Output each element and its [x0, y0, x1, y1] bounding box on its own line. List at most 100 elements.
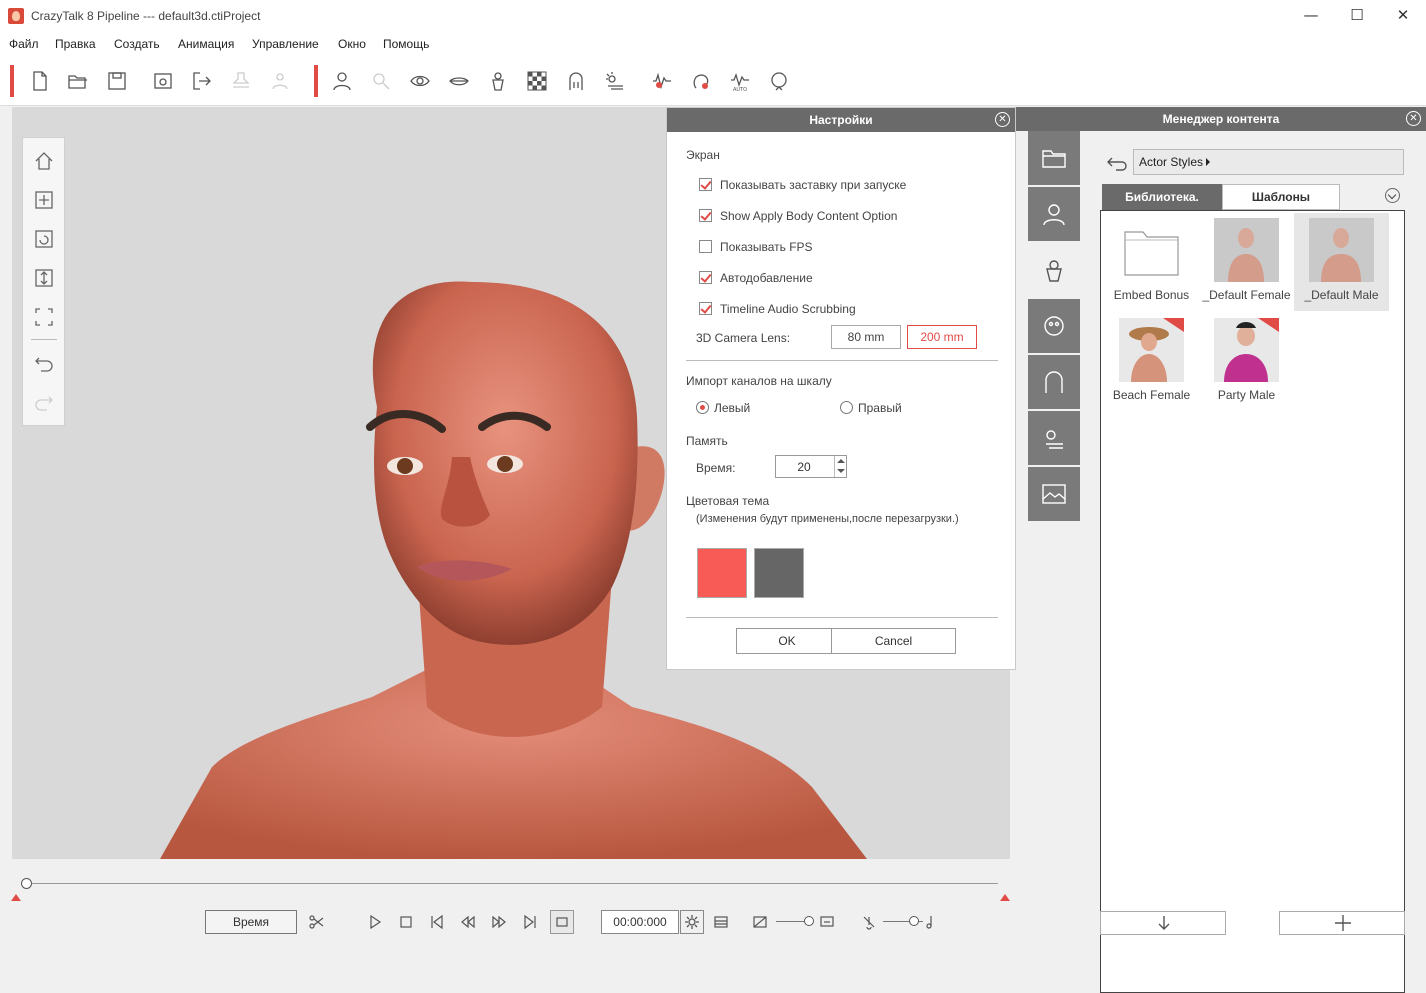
content-item-party-male[interactable]: Party Male — [1199, 313, 1294, 411]
content-item-beach-female[interactable]: Beach Female — [1104, 313, 1199, 411]
tab-templates[interactable]: Шаблоны — [1222, 184, 1340, 210]
content-grid: Embed Bonus _Default Female _Default Mal… — [1100, 210, 1405, 993]
hair-icon[interactable] — [565, 70, 587, 92]
play-icon[interactable] — [367, 914, 383, 930]
settings-close-icon[interactable]: ✕ — [995, 112, 1010, 127]
content-item-label: Embed Bonus — [1113, 288, 1190, 302]
tab-actor[interactable] — [1028, 187, 1080, 241]
open-folder-icon[interactable] — [67, 70, 89, 92]
export-icon[interactable] — [191, 70, 213, 92]
audio-scrub-checkbox[interactable] — [699, 302, 712, 315]
time-button[interactable]: Время — [205, 910, 297, 934]
speed-slider-knob[interactable] — [804, 916, 814, 926]
fps-checkbox[interactable] — [699, 240, 712, 253]
maximize-button[interactable]: ☐ — [1334, 0, 1380, 32]
lens-200mm-button[interactable]: 200 mm — [907, 325, 977, 349]
new-file-icon[interactable] — [29, 70, 51, 92]
download-button[interactable] — [1100, 911, 1226, 935]
timeline-playhead[interactable] — [21, 878, 32, 889]
tab-library[interactable]: Библиотека. — [1102, 184, 1222, 210]
arrow-down-icon — [1158, 916, 1170, 930]
gear-icon[interactable] — [680, 910, 704, 934]
first-frame-icon[interactable] — [429, 914, 445, 930]
scissors-icon[interactable] — [308, 914, 324, 930]
speed-slider[interactable] — [776, 916, 814, 926]
stepper-arrows-icon[interactable] — [834, 456, 846, 477]
timeline-panel-icon[interactable] — [713, 914, 729, 930]
volume-slider-knob[interactable] — [909, 916, 919, 926]
move-icon[interactable] — [33, 189, 55, 211]
memory-time-stepper[interactable]: 20 — [775, 455, 847, 478]
mute-icon[interactable] — [861, 914, 877, 930]
chevron-down-icon[interactable] — [1385, 188, 1400, 203]
theme-gray-swatch[interactable] — [754, 548, 804, 598]
character-icon[interactable] — [487, 70, 509, 92]
auto-animation-icon[interactable]: AUTO — [729, 70, 751, 93]
preview-icon[interactable] — [152, 70, 174, 92]
fit-view-icon[interactable] — [33, 306, 55, 328]
cancel-button[interactable]: Cancel — [831, 628, 956, 654]
eye-icon[interactable] — [409, 70, 431, 92]
autoadd-checkbox[interactable] — [699, 271, 712, 284]
viewport-toggle-icon[interactable] — [752, 914, 768, 930]
menu-window[interactable]: Окно — [338, 37, 366, 51]
content-path[interactable]: Actor Styles — [1133, 149, 1404, 175]
timecode-display[interactable]: 00:00:000 — [601, 910, 679, 934]
face-puppet-icon[interactable] — [768, 70, 790, 92]
group-icon — [269, 70, 291, 92]
home-icon[interactable] — [33, 150, 55, 172]
menu-help[interactable]: Помощь — [383, 37, 429, 51]
puppet-record-icon[interactable] — [690, 70, 712, 92]
close-button[interactable]: ✕ — [1380, 0, 1426, 32]
actor-thumbnail-icon — [1309, 218, 1374, 282]
minimize-button[interactable]: — — [1288, 0, 1334, 32]
zoom-icon[interactable] — [33, 267, 55, 289]
tab-project[interactable] — [1028, 131, 1080, 185]
timeline-track[interactable] — [26, 883, 998, 884]
timeline-end-marker[interactable] — [1000, 894, 1010, 901]
tab-character[interactable] — [1028, 243, 1080, 297]
tab-hair[interactable] — [1028, 355, 1080, 409]
last-frame-icon[interactable] — [522, 914, 538, 930]
mouth-icon[interactable] — [448, 70, 470, 92]
splash-checkbox[interactable] — [699, 178, 712, 191]
tab-scene[interactable] — [1028, 411, 1080, 465]
menu-create[interactable]: Создать — [114, 37, 160, 51]
next-frame-icon[interactable] — [491, 914, 507, 930]
save-icon[interactable] — [106, 70, 128, 92]
content-item-default-female[interactable]: _Default Female — [1199, 213, 1294, 311]
menu-file[interactable]: Файл — [9, 37, 39, 51]
apply-body-checkbox[interactable] — [699, 209, 712, 222]
ok-button[interactable]: OK — [736, 628, 838, 654]
volume-slider[interactable] — [883, 916, 923, 926]
caption-icon[interactable] — [819, 914, 835, 930]
add-button[interactable] — [1279, 911, 1405, 935]
music-note-icon[interactable] — [922, 914, 938, 930]
stop-icon[interactable] — [398, 914, 414, 930]
undo-icon[interactable] — [33, 352, 55, 374]
right-radio[interactable] — [840, 401, 853, 414]
audio-record-icon[interactable] — [651, 70, 673, 92]
memory-time-label: Время: — [696, 461, 736, 475]
loop-icon[interactable] — [550, 910, 574, 934]
texture-icon[interactable] — [526, 70, 548, 92]
theme-red-swatch[interactable] — [697, 548, 747, 598]
main-toolbar: AUTO — [0, 56, 1426, 106]
back-arrow-icon[interactable] — [1106, 155, 1130, 171]
tab-face[interactable] — [1028, 299, 1080, 353]
content-item-default-male[interactable]: _Default Male — [1294, 213, 1389, 311]
rotate-icon[interactable] — [33, 228, 55, 250]
menu-control[interactable]: Управление — [252, 37, 319, 51]
left-radio[interactable] — [696, 401, 709, 414]
actor-icon[interactable] — [331, 70, 353, 92]
menu-edit[interactable]: Правка — [55, 37, 96, 51]
lens-80mm-button[interactable]: 80 mm — [831, 325, 901, 349]
content-item-embed-bonus[interactable]: Embed Bonus — [1104, 213, 1199, 311]
timeline-start-marker[interactable] — [11, 894, 21, 901]
content-manager-close-icon[interactable]: ✕ — [1406, 111, 1421, 126]
prev-frame-icon[interactable] — [460, 914, 476, 930]
scene-light-icon[interactable] — [604, 70, 626, 92]
content-manager-title: Менеджер контента — [1162, 112, 1280, 126]
tab-image[interactable] — [1028, 467, 1080, 521]
menu-animation[interactable]: Анимация — [178, 37, 234, 51]
